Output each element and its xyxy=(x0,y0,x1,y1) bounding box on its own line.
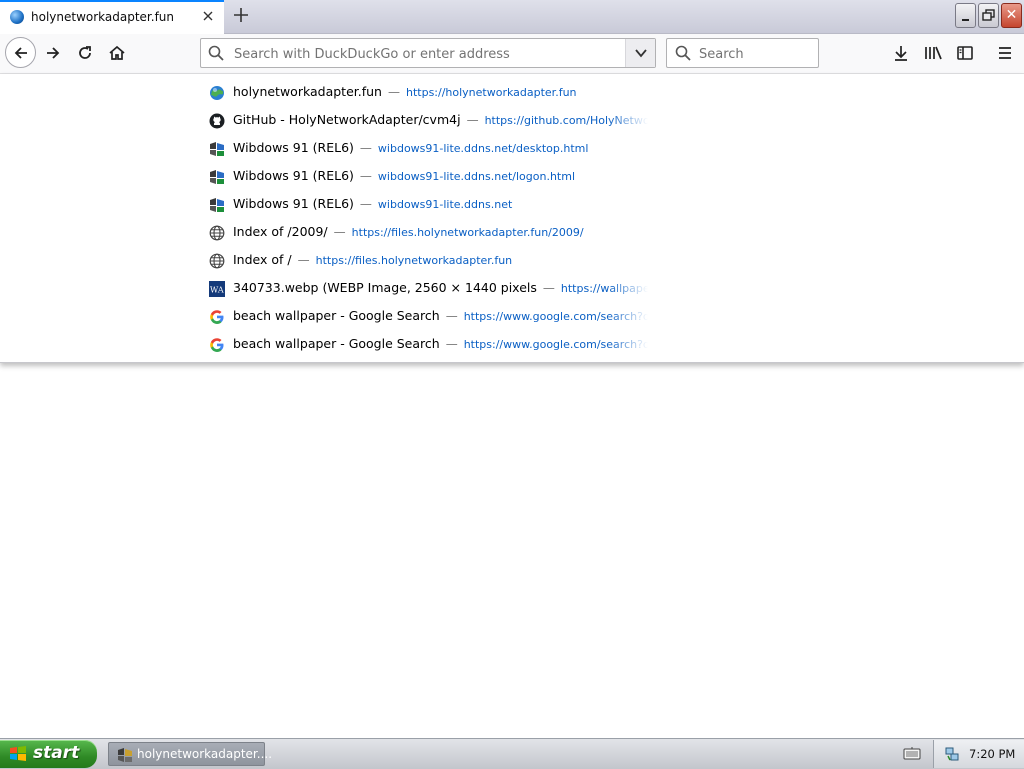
chevron-down-icon xyxy=(634,49,647,58)
google-icon xyxy=(209,337,225,353)
sidebar-icon xyxy=(957,46,973,60)
autocomplete-item[interactable]: holynetworkadapter.fun — https://holynetwo… xyxy=(200,79,656,107)
minimize-button[interactable] xyxy=(955,3,976,28)
item-title: GitHub - HolyNetworkAdapter/cvm4j xyxy=(233,112,461,127)
item-title: Wibdows 91 (REL6) xyxy=(233,196,354,211)
back-button[interactable] xyxy=(5,37,36,68)
menu-button[interactable] xyxy=(990,38,1020,68)
taskbar-item-browser[interactable]: holynetworkadapter.... xyxy=(108,742,272,766)
item-title: 340733.webp (WEBP Image, 2560 × 1440 pix… xyxy=(233,280,537,295)
windows-flag-icon xyxy=(9,745,27,763)
tab-strip: holynetworkadapter.fun ✕ xyxy=(0,0,1024,34)
item-title: Wibdows 91 (REL6) xyxy=(233,140,354,155)
autocomplete-item[interactable]: Index of / — https://files.holynetworkadap… xyxy=(200,247,656,275)
autocomplete-item[interactable]: GitHub - HolyNetworkAdapter/cvm4j — https:… xyxy=(200,107,656,135)
library-icon xyxy=(925,46,942,60)
keyboard-icon[interactable] xyxy=(903,746,921,762)
restore-icon xyxy=(979,4,998,27)
download-icon xyxy=(895,46,907,61)
downloads-button[interactable] xyxy=(886,38,916,68)
address-autocomplete-popup: holynetworkadapter.fun — https://holynetwo… xyxy=(0,74,1024,363)
library-button[interactable] xyxy=(918,38,948,68)
item-title: holynetworkadapter.fun xyxy=(233,84,382,99)
item-separator: — xyxy=(297,253,310,267)
google-icon xyxy=(209,309,225,325)
autocomplete-item[interactable]: Wibdows 91 (REL6) — wibdows91-lite.ddns.ne… xyxy=(200,135,656,163)
item-title: Index of /2009/ xyxy=(233,224,328,239)
wibdows-icon xyxy=(209,169,225,185)
reload-icon xyxy=(79,46,91,59)
clock: 7:20 PM xyxy=(969,747,1016,761)
item-title: beach wallpaper - Google Search xyxy=(233,308,440,323)
sidebar-toggle-button[interactable] xyxy=(950,38,980,68)
taskbar-item-label: holynetworkadapter.... xyxy=(137,747,273,761)
item-title: beach wallpaper - Google Search xyxy=(233,336,440,351)
hamburger-menu-icon xyxy=(999,47,1011,59)
autocomplete-item[interactable]: Wibdows 91 (REL6) — wibdows91-lite.ddns.ne… xyxy=(200,191,656,219)
address-input[interactable] xyxy=(232,43,626,65)
tab-holynetworkadapter[interactable]: holynetworkadapter.fun xyxy=(0,0,224,34)
home-button[interactable] xyxy=(102,38,132,68)
network-icon[interactable] xyxy=(944,746,960,762)
search-icon xyxy=(207,44,225,66)
item-url: https://files.holynetworkadapter.fun xyxy=(315,254,513,267)
search-icon xyxy=(674,44,692,66)
item-separator: — xyxy=(387,85,400,99)
github-icon xyxy=(209,113,225,129)
item-url: wibdows91-lite.ddns.net xyxy=(377,198,513,211)
tab-title: holynetworkadapter.fun xyxy=(31,10,175,24)
search-input[interactable] xyxy=(697,43,816,65)
reload-button[interactable] xyxy=(70,38,100,68)
item-url: https://holynetworkadapter.fun xyxy=(405,86,577,99)
globe-favicon-icon xyxy=(10,10,24,24)
forward-arrow-icon xyxy=(47,47,60,59)
address-bar[interactable] xyxy=(200,38,656,68)
wa-icon: WA xyxy=(209,281,225,297)
system-tray: 7:20 PM xyxy=(933,740,1024,768)
item-separator: — xyxy=(542,281,555,295)
item-separator: — xyxy=(333,225,346,239)
item-separator: — xyxy=(359,169,372,183)
close-tab-icon[interactable] xyxy=(200,8,216,24)
globe-favicon-icon xyxy=(209,85,225,101)
close-window-button[interactable]: ✕ xyxy=(1001,3,1022,28)
item-title: Wibdows 91 (REL6) xyxy=(233,168,354,183)
minimize-icon xyxy=(956,4,975,27)
wibdows-icon xyxy=(117,747,133,763)
item-separator: — xyxy=(359,197,372,211)
autocomplete-item[interactable]: Index of /2009/ — https://files.holynetwor… xyxy=(200,219,656,247)
item-url: wibdows91-lite.ddns.net/logon.html xyxy=(377,170,575,183)
plus-icon xyxy=(234,8,248,22)
svg-text:WA: WA xyxy=(210,286,224,295)
autocomplete-item[interactable]: beach wallpaper - Google Search — https://… xyxy=(200,303,656,331)
search-bar[interactable] xyxy=(666,38,819,68)
restore-button[interactable] xyxy=(978,3,999,28)
item-separator: — xyxy=(445,309,458,323)
item-url: https://files.holynetworkadapter.fun/200… xyxy=(351,226,584,239)
globe-outline-icon xyxy=(209,253,225,269)
url-history-dropdown-button[interactable] xyxy=(625,39,655,67)
forward-button[interactable] xyxy=(38,38,68,68)
item-separator: — xyxy=(466,113,479,127)
start-button[interactable]: start xyxy=(0,740,97,768)
autocomplete-item[interactable]: beach wallpaper - Google Search — https://… xyxy=(200,331,656,359)
autocomplete-item[interactable]: WA 340733.webp (WEBP Image, 2560 × 1440 … xyxy=(200,275,656,303)
item-url: wibdows91-lite.ddns.net/desktop.html xyxy=(377,142,589,155)
autocomplete-item[interactable]: Wibdows 91 (REL6) — wibdows91-lite.ddns.ne… xyxy=(200,163,656,191)
taskbar: start holynetworkadapter.... 7:20 PM xyxy=(0,738,1024,769)
navigation-toolbar xyxy=(0,34,1024,74)
close-icon: ✕ xyxy=(1005,7,1018,23)
start-label: start xyxy=(33,743,80,763)
new-tab-button[interactable] xyxy=(230,4,252,26)
globe-outline-icon xyxy=(209,225,225,241)
back-arrow-icon xyxy=(14,46,27,59)
item-separator: — xyxy=(445,337,458,351)
item-title: Index of / xyxy=(233,252,292,267)
wibdows-icon xyxy=(209,197,225,213)
home-icon xyxy=(109,45,125,60)
item-separator: — xyxy=(359,141,372,155)
wibdows-icon xyxy=(209,141,225,157)
